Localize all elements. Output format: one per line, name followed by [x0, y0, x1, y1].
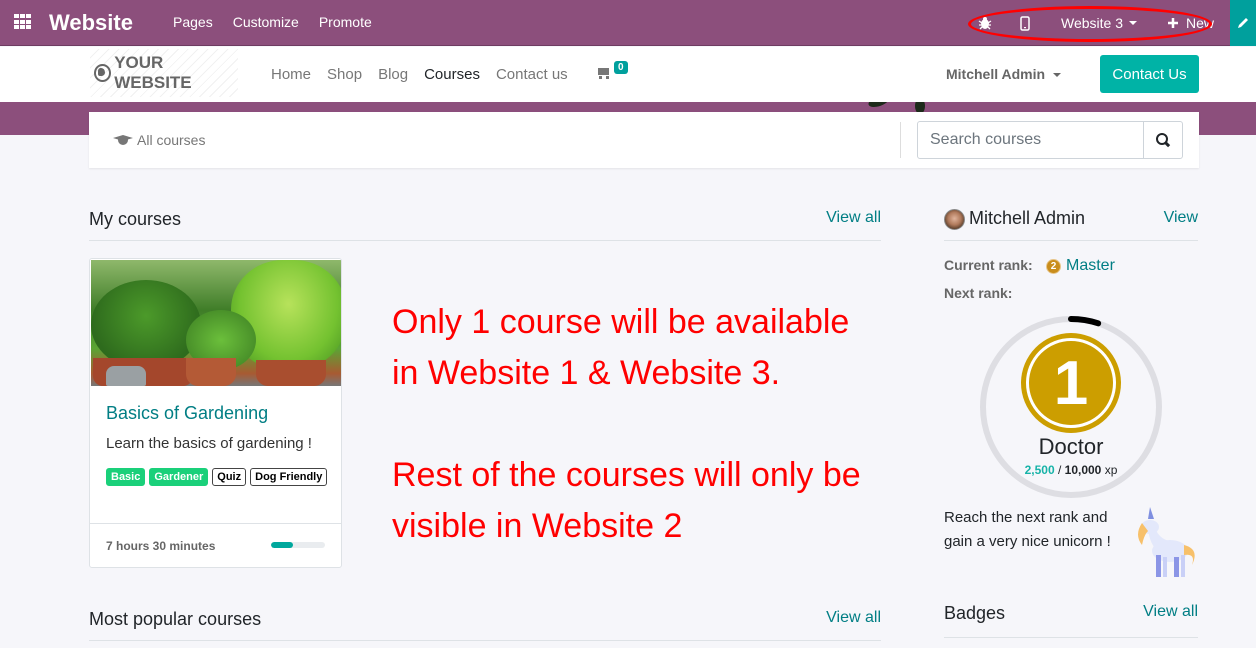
my-courses-view-all-link[interactable]: View all: [826, 209, 881, 227]
cart-count-badge: 0: [614, 61, 628, 74]
badges-view-all-link[interactable]: View all: [1143, 603, 1198, 621]
my-courses-header: My courses View all: [89, 209, 881, 241]
all-courses-label: All courses: [137, 132, 206, 148]
unicorn-icon: [1138, 507, 1195, 577]
admin-menu-promote[interactable]: Promote: [319, 14, 372, 30]
admin-menu: Pages Customize Promote: [173, 14, 392, 30]
course-duration: 7 hours 30 minutes: [106, 539, 216, 553]
ring-progress: [1068, 316, 1102, 327]
course-card[interactable]: Basics of Gardening Learn the basics of …: [89, 258, 342, 568]
user-menu-dropdown[interactable]: Mitchell Admin: [946, 66, 1062, 82]
course-tag[interactable]: Basic: [106, 468, 146, 486]
admin-navbar: Website Pages Customize Promote Website …: [0, 0, 1256, 46]
course-tags: Basic Gardener Quiz Dog Friendly: [106, 468, 336, 486]
app-name[interactable]: Website: [49, 10, 133, 36]
course-tag[interactable]: Dog Friendly: [250, 468, 328, 486]
new-button-label: New: [1186, 15, 1215, 31]
badges-header: Badges View all: [944, 603, 1198, 638]
apps-menu-icon[interactable]: [14, 14, 32, 30]
annotation-text-line: in Website 1 & Website 3.: [392, 354, 781, 392]
banner-decoration: [866, 102, 892, 110]
all-courses-link[interactable]: All courses: [113, 132, 205, 148]
popular-courses-view-all-link[interactable]: View all: [826, 609, 881, 627]
profile-name: Mitchell Admin: [969, 208, 1086, 228]
divider: [900, 122, 901, 158]
next-rank-name: Doctor: [1038, 434, 1104, 459]
website-switcher-dropdown[interactable]: Website 3: [1061, 0, 1137, 46]
mobile-preview-icon[interactable]: [1020, 0, 1030, 46]
cart-link[interactable]: 0: [596, 61, 628, 84]
xp-current: 2,500: [1024, 463, 1055, 477]
admin-menu-customize[interactable]: Customize: [233, 14, 299, 30]
next-rank-label: Next rank:: [944, 285, 1013, 301]
current-rank-link[interactable]: Master: [1066, 257, 1115, 275]
popular-courses-header: Most popular courses View all: [89, 609, 881, 641]
search-button[interactable]: [1143, 121, 1183, 159]
course-tag[interactable]: Quiz: [212, 468, 247, 486]
nav-shop[interactable]: Shop: [327, 66, 362, 83]
user-menu-label: Mitchell Admin: [946, 66, 1046, 82]
avatar: [944, 209, 965, 230]
annotation-text-line: visible in Website 2: [392, 507, 683, 545]
new-button[interactable]: New: [1167, 0, 1214, 46]
my-courses-title: My courses: [89, 209, 182, 229]
xp-separator: /: [1057, 463, 1062, 477]
pencil-icon: [1238, 18, 1248, 28]
xp-max: 10,000: [1064, 463, 1102, 477]
profile-view-link[interactable]: View: [1164, 209, 1198, 227]
contact-us-button[interactable]: Contact Us: [1100, 55, 1199, 93]
site-nav: Home Shop Blog Courses Contact us: [271, 66, 584, 83]
search-courses-input[interactable]: [917, 121, 1144, 159]
current-rank-label: Current rank:: [944, 257, 1033, 273]
edit-button[interactable]: [1230, 0, 1256, 46]
course-description: Learn the basics of gardening !: [106, 435, 312, 452]
admin-menu-pages[interactable]: Pages: [173, 14, 213, 30]
popular-courses-title: Most popular courses: [89, 609, 262, 629]
annotation-text-line: Rest of the courses will only be: [392, 456, 861, 494]
nav-home[interactable]: Home: [271, 66, 311, 83]
nav-courses[interactable]: Courses: [424, 66, 480, 83]
profile-header: Mitchell Admin View: [944, 208, 1198, 241]
debug-bug-icon[interactable]: [978, 0, 992, 46]
search-icon: [1156, 133, 1170, 147]
nav-contact-us[interactable]: Contact us: [496, 66, 568, 83]
nav-blog[interactable]: Blog: [378, 66, 408, 83]
next-rank-medal-icon: 1: [1021, 333, 1121, 433]
graduation-cap-icon: [113, 133, 133, 147]
course-card-footer: 7 hours 30 minutes: [90, 523, 341, 567]
globe-icon: [94, 64, 112, 82]
site-logo[interactable]: YOUR WEBSITE: [90, 49, 238, 97]
xp-unit: xp: [1104, 463, 1118, 477]
site-header: YOUR WEBSITE Home Shop Blog Courses Cont…: [0, 47, 1256, 102]
shopping-cart-icon: [596, 65, 612, 79]
course-progress-bar: [271, 542, 325, 548]
chevron-down-icon: [1129, 21, 1137, 25]
rank-badge-icon: 2: [1046, 259, 1061, 274]
logo-text: YOUR WEBSITE: [114, 53, 192, 92]
chevron-down-icon: [1053, 73, 1062, 78]
course-thumbnail[interactable]: [91, 260, 341, 386]
course-tag[interactable]: Gardener: [149, 468, 209, 486]
course-title[interactable]: Basics of Gardening: [106, 403, 268, 424]
medal-number: 1: [1026, 338, 1116, 428]
course-progress-fill: [271, 542, 293, 548]
website-switcher-label: Website 3: [1061, 15, 1123, 31]
badges-title: Badges: [944, 603, 1006, 623]
xp-progress-text: 2,500 / 10,000 xp: [1000, 463, 1142, 477]
reward-text: Reach the next rank and gain a very nice…: [944, 509, 1111, 550]
courses-search-bar: All courses: [89, 112, 1199, 168]
annotation-text-line: Only 1 course will be available: [392, 303, 850, 341]
plus-icon: [1168, 18, 1178, 28]
